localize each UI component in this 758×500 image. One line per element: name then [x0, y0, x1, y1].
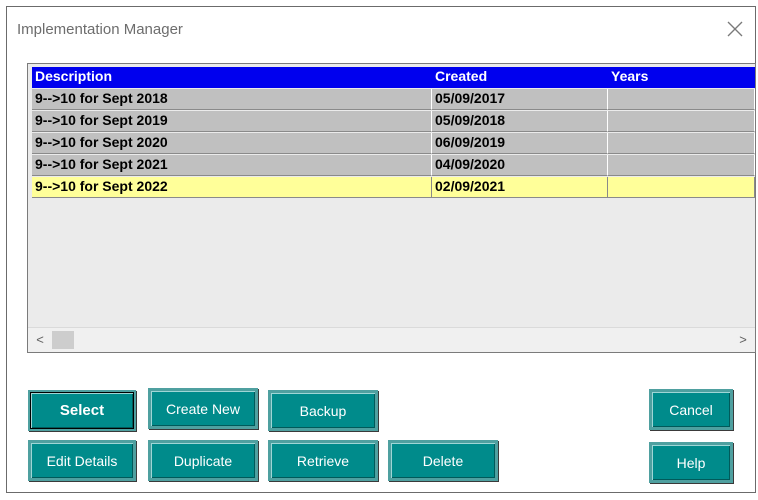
delete-button[interactable]: Delete: [388, 440, 498, 481]
column-header-years[interactable]: Years: [608, 67, 755, 88]
horizontal-scrollbar[interactable]: < >: [28, 327, 755, 352]
close-icon[interactable]: [723, 17, 747, 41]
cell-years: [608, 89, 755, 110]
column-header-description[interactable]: Description: [32, 67, 432, 88]
help-button[interactable]: Help: [649, 442, 733, 483]
implementations-grid[interactable]: Description Created Years 9-->10 for Sep…: [27, 63, 756, 353]
cell-description: 9-->10 for Sept 2020: [32, 133, 432, 154]
retrieve-button[interactable]: Retrieve: [268, 440, 378, 481]
implementation-manager-dialog: Implementation Manager Description Creat…: [6, 6, 756, 493]
cell-description: 9-->10 for Sept 2019: [32, 111, 432, 132]
table-row[interactable]: 9-->10 for Sept 2019 05/09/2018: [32, 111, 755, 132]
scroll-right-icon[interactable]: >: [735, 331, 751, 349]
cell-years: [608, 133, 755, 154]
table-row-selected[interactable]: 9-->10 for Sept 2022 02/09/2021: [32, 177, 755, 198]
cancel-button[interactable]: Cancel: [649, 389, 733, 430]
cell-years: [608, 155, 755, 176]
create-new-button[interactable]: Create New: [148, 388, 258, 429]
cell-description: 9-->10 for Sept 2018: [32, 89, 432, 110]
cell-created: 06/09/2019: [432, 133, 608, 154]
cell-description: 9-->10 for Sept 2022: [32, 177, 432, 198]
cell-description: 9-->10 for Sept 2021: [32, 155, 432, 176]
scroll-thumb[interactable]: [52, 331, 74, 349]
cell-years: [608, 111, 755, 132]
scroll-left-icon[interactable]: <: [32, 331, 48, 349]
column-header-created[interactable]: Created: [432, 67, 608, 88]
backup-button[interactable]: Backup: [268, 390, 378, 431]
title-bar: Implementation Manager: [7, 7, 755, 51]
select-button[interactable]: Select: [28, 390, 136, 431]
grid-header: Description Created Years: [32, 67, 755, 88]
cell-created: 05/09/2018: [432, 111, 608, 132]
table-row[interactable]: 9-->10 for Sept 2018 05/09/2017: [32, 89, 755, 110]
edit-details-button[interactable]: Edit Details: [28, 440, 136, 481]
table-row[interactable]: 9-->10 for Sept 2020 06/09/2019: [32, 133, 755, 154]
window-title: Implementation Manager: [17, 21, 183, 38]
cell-created: 05/09/2017: [432, 89, 608, 110]
cell-years: [608, 177, 755, 198]
table-row[interactable]: 9-->10 for Sept 2021 04/09/2020: [32, 155, 755, 176]
duplicate-button[interactable]: Duplicate: [148, 440, 258, 481]
cell-created: 04/09/2020: [432, 155, 608, 176]
cell-created: 02/09/2021: [432, 177, 608, 198]
